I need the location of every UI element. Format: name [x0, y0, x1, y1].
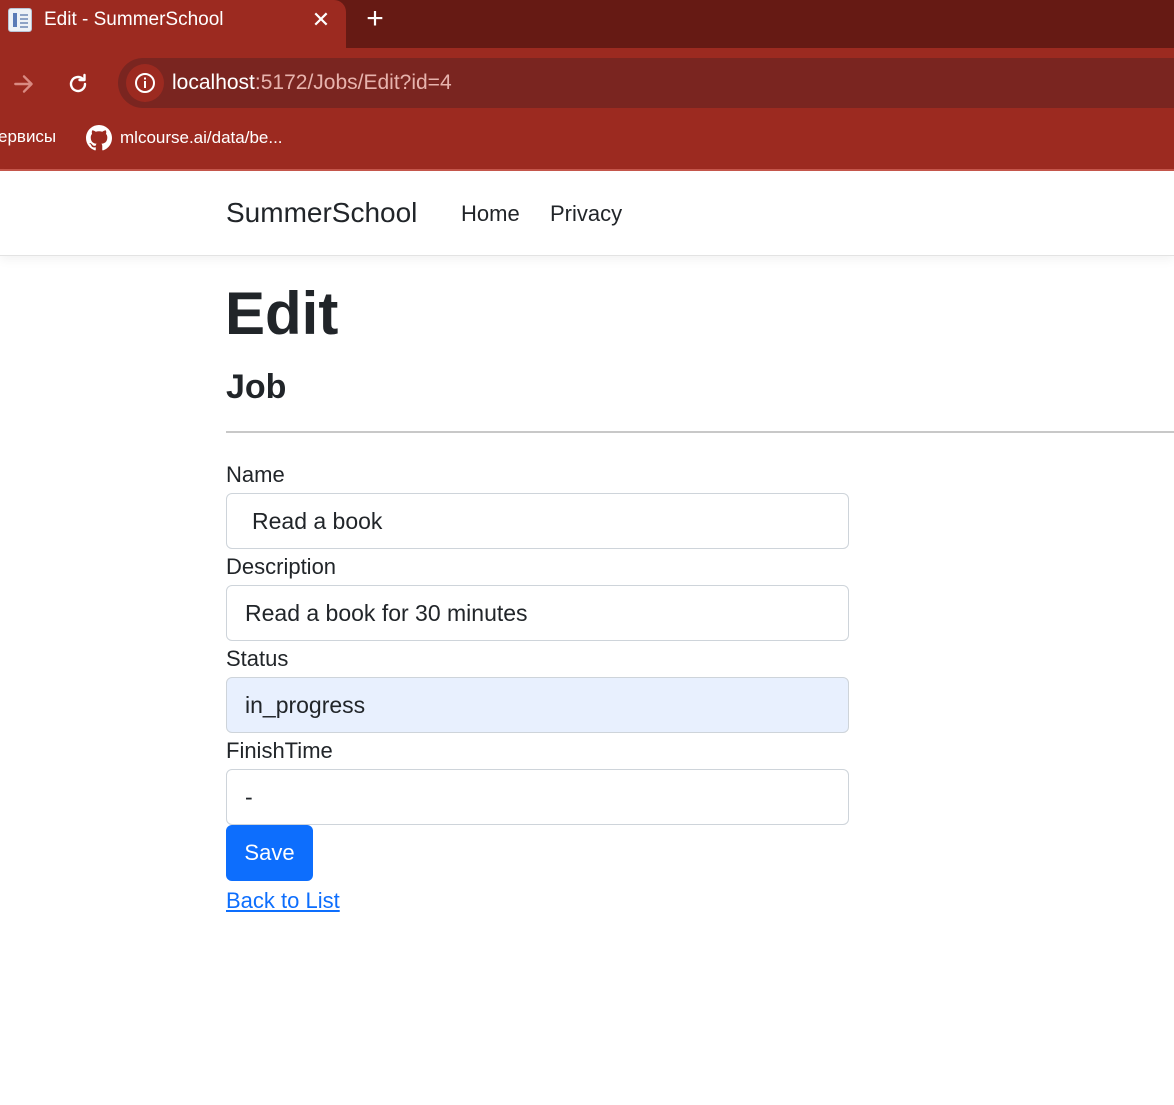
arrow-right-icon [14, 75, 33, 93]
info-circle-icon [135, 73, 155, 93]
address-bar[interactable]: localhost:5172/Jobs/Edit?id=4 [118, 58, 1174, 108]
save-button[interactable]: Save [226, 825, 313, 881]
github-icon [86, 125, 112, 151]
divider [226, 431, 1174, 433]
status-input[interactable] [226, 677, 849, 733]
bookmarks-bar: ервисы mlcourse.ai/data/be... [0, 120, 1174, 160]
brand-link[interactable]: SummerSchool [226, 197, 417, 229]
tab-title: Edit - SummerSchool [44, 9, 224, 30]
nav-link-home[interactable]: Home [461, 201, 520, 227]
app-navbar: SummerSchool Home Privacy [0, 171, 1174, 256]
browser-tab-active[interactable]: Edit - SummerSchool ✕ [0, 0, 346, 48]
tab-close-icon[interactable]: ✕ [308, 4, 334, 36]
description-input[interactable] [226, 585, 849, 641]
finish-time-input[interactable] [226, 769, 849, 825]
reload-button[interactable] [60, 66, 96, 102]
site-info-button[interactable] [126, 64, 164, 102]
url-host: localhost [172, 71, 255, 94]
page-title: Edit [225, 280, 339, 347]
name-label: Name [226, 462, 285, 487]
url-path: :5172/Jobs/Edit?id=4 [254, 71, 452, 94]
status-label: Status [226, 646, 289, 671]
document-favicon-icon [8, 8, 32, 32]
tab-strip: Edit - SummerSchool ✕ + [0, 0, 1174, 48]
page-subtitle: Job [226, 368, 287, 406]
finish-time-label: FinishTime [226, 738, 333, 763]
description-label: Description [226, 554, 337, 579]
reload-icon [69, 73, 87, 93]
new-tab-plus-icon[interactable]: + [360, 2, 390, 36]
name-input[interactable] [226, 493, 849, 549]
browser-chrome: Edit - SummerSchool ✕ + localhost:5172/J… [0, 0, 1174, 171]
back-to-list-link[interactable]: Back to List [226, 888, 340, 914]
bookmark-services[interactable]: ервисы [0, 127, 56, 147]
url-text[interactable]: localhost:5172/Jobs/Edit?id=4 [172, 71, 452, 95]
forward-button[interactable] [6, 66, 42, 102]
nav-link-privacy[interactable]: Privacy [550, 201, 622, 227]
bookmark-mlcourse-label: mlcourse.ai/data/be... [120, 128, 283, 147]
bookmark-mlcourse[interactable]: mlcourse.ai/data/be... [86, 125, 283, 151]
